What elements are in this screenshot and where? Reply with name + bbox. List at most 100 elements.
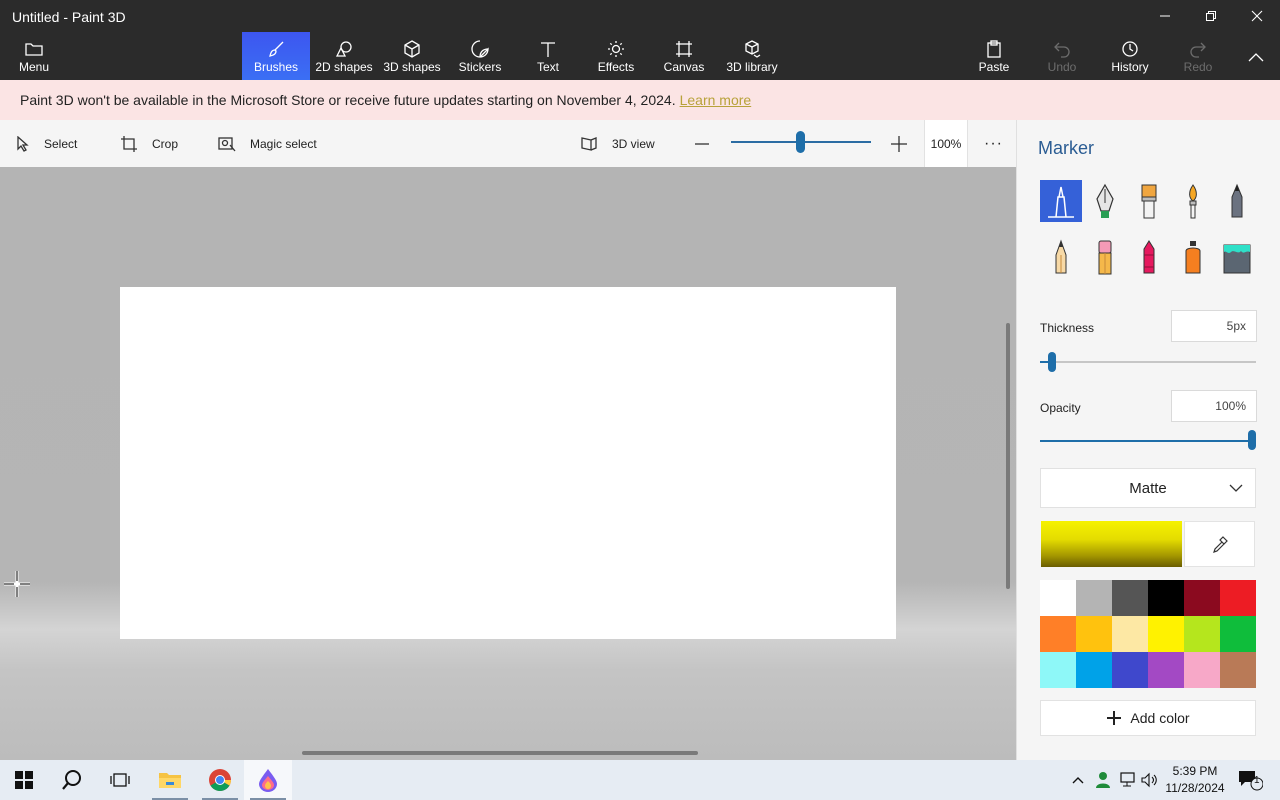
show-hidden-icons-button[interactable] xyxy=(1068,760,1088,800)
color-swatch[interactable] xyxy=(1220,652,1256,688)
spray-can-brush[interactable] xyxy=(1172,236,1214,278)
finish-dropdown[interactable]: Matte xyxy=(1040,468,1256,508)
task-view-button[interactable] xyxy=(96,760,144,800)
pencil-icon xyxy=(1055,239,1067,274)
color-swatch[interactable] xyxy=(1040,580,1076,616)
color-swatch[interactable] xyxy=(1076,616,1112,652)
thickness-label: Thickness xyxy=(1040,321,1095,335)
menu-button[interactable]: Menu xyxy=(10,32,58,80)
start-button[interactable] xyxy=(0,760,48,800)
pencil-brush[interactable] xyxy=(1040,236,1082,278)
select-button[interactable]: Select xyxy=(16,120,77,167)
color-swatch[interactable] xyxy=(1184,580,1220,616)
minimize-button[interactable] xyxy=(1142,0,1188,32)
color-swatch[interactable] xyxy=(1148,652,1184,688)
thickness-slider-track[interactable] xyxy=(1040,361,1256,363)
volume-tray-icon[interactable] xyxy=(1140,760,1160,800)
magic-select-icon xyxy=(218,136,236,151)
redo-button[interactable]: Redo xyxy=(1176,32,1220,80)
color-swatch[interactable] xyxy=(1220,616,1256,652)
ribbon-tab-3d-library[interactable]: 3D library xyxy=(722,32,782,80)
thickness-slider-thumb[interactable] xyxy=(1048,352,1056,372)
close-button[interactable] xyxy=(1234,0,1280,32)
color-swatch[interactable] xyxy=(1076,580,1112,616)
people-tray-icon[interactable] xyxy=(1092,760,1114,800)
network-tray-icon[interactable] xyxy=(1116,760,1138,800)
calligraphy-pen-brush[interactable] xyxy=(1084,180,1126,222)
network-icon xyxy=(1120,772,1135,787)
zoom-in-button[interactable] xyxy=(890,120,908,167)
speaker-icon xyxy=(1141,772,1157,788)
undo-button[interactable]: Undo xyxy=(1040,32,1084,80)
zoom-percentage[interactable]: 100% xyxy=(924,120,968,167)
thickness-input[interactable]: 5px xyxy=(1171,310,1257,342)
redo-icon xyxy=(1190,42,1206,58)
paste-button[interactable]: Paste xyxy=(972,32,1016,80)
color-swatch[interactable] xyxy=(1076,652,1112,688)
opacity-input[interactable]: 100% xyxy=(1171,390,1257,422)
ribbon-tab-effects[interactable]: Effects xyxy=(586,32,646,80)
spray-can-icon xyxy=(1185,241,1201,274)
color-swatch[interactable] xyxy=(1184,616,1220,652)
system-clock[interactable]: 5:39 PM 11/28/2024 xyxy=(1160,763,1230,797)
ribbon-tab-canvas[interactable]: Canvas xyxy=(654,32,714,80)
horizontal-scrollbar[interactable] xyxy=(302,751,698,755)
crayon-brush[interactable] xyxy=(1128,236,1170,278)
add-color-button[interactable]: Add color xyxy=(1040,700,1256,736)
history-icon xyxy=(1122,41,1138,57)
canvas-icon xyxy=(676,41,692,57)
more-options-button[interactable]: ··· xyxy=(984,120,1003,167)
magic-select-button[interactable]: Magic select xyxy=(218,120,317,167)
color-swatch[interactable] xyxy=(1148,580,1184,616)
cube-icon xyxy=(404,40,420,58)
collapse-ribbon-button[interactable] xyxy=(1236,32,1276,80)
opacity-slider-thumb[interactable] xyxy=(1248,430,1256,450)
zoom-out-button[interactable] xyxy=(694,120,710,167)
color-swatch[interactable] xyxy=(1112,580,1148,616)
eyedropper-button[interactable] xyxy=(1184,521,1255,567)
history-label: History xyxy=(1111,60,1149,74)
paint-3d-taskbar-button[interactable] xyxy=(244,760,292,800)
ribbon-tab-2d-shapes[interactable]: 2D shapes xyxy=(312,32,376,80)
oil-brush[interactable] xyxy=(1128,180,1170,222)
paint-3d-icon xyxy=(259,769,277,792)
folder-icon xyxy=(159,773,181,788)
file-explorer-taskbar-button[interactable] xyxy=(146,760,194,800)
ribbon-tab-stickers[interactable]: Stickers xyxy=(450,32,510,80)
ribbon-tab-label: Stickers xyxy=(458,60,502,74)
pixel-pen-brush[interactable] xyxy=(1216,180,1258,222)
eraser-brush[interactable] xyxy=(1084,236,1126,278)
3d-view-button[interactable]: 3D view xyxy=(580,120,655,167)
current-color-swatch[interactable] xyxy=(1041,521,1182,567)
history-button[interactable]: History xyxy=(1106,32,1154,80)
ribbon-tab-text[interactable]: Text xyxy=(518,32,578,80)
vertical-scrollbar[interactable] xyxy=(1006,323,1010,589)
color-swatch[interactable] xyxy=(1040,616,1076,652)
search-button[interactable] xyxy=(48,760,96,800)
ribbon-tab-label: 3D shapes xyxy=(383,60,441,74)
chrome-taskbar-button[interactable] xyxy=(196,760,244,800)
ribbon-tab-brushes[interactable]: Brushes xyxy=(242,32,310,80)
color-swatch[interactable] xyxy=(1148,616,1184,652)
color-swatch[interactable] xyxy=(1184,652,1220,688)
2d-shapes-icon xyxy=(335,41,352,57)
learn-more-link[interactable]: Learn more xyxy=(680,92,752,108)
restore-button[interactable] xyxy=(1188,0,1234,32)
opacity-slider-fill[interactable] xyxy=(1040,440,1252,442)
ribbon-tab-3d-shapes[interactable]: 3D shapes xyxy=(380,32,444,80)
add-color-label: Add color xyxy=(1130,710,1190,726)
color-swatch[interactable] xyxy=(1112,616,1148,652)
clock-date: 11/28/2024 xyxy=(1165,781,1225,795)
crop-button[interactable]: Crop xyxy=(120,120,178,167)
fill-bucket-brush[interactable] xyxy=(1216,236,1258,278)
action-center-button[interactable]: 1 xyxy=(1234,760,1266,800)
color-swatch[interactable] xyxy=(1112,652,1148,688)
search-icon xyxy=(62,770,81,790)
watercolor-brush[interactable] xyxy=(1172,180,1214,222)
color-swatch[interactable] xyxy=(1040,652,1076,688)
deprecation-banner: Paint 3D won't be available in the Micro… xyxy=(0,80,1280,120)
zoom-slider-thumb[interactable] xyxy=(796,131,805,153)
marker-brush[interactable] xyxy=(1040,180,1082,222)
drawing-canvas[interactable] xyxy=(120,287,896,639)
color-swatch[interactable] xyxy=(1220,580,1256,616)
